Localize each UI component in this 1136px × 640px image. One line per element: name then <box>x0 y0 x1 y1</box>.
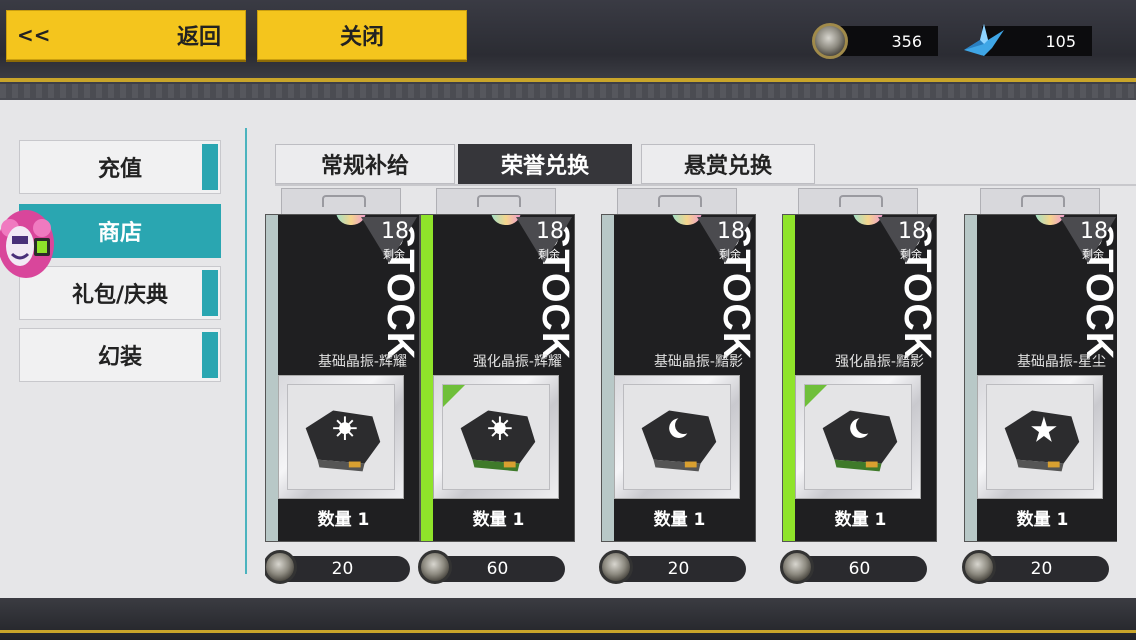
card-hanger <box>617 188 737 214</box>
sidebar-item-label: 礼包/庆典 <box>71 283 169 308</box>
remain-label: 剩余 <box>538 248 560 261</box>
price-value: 60 <box>486 559 509 579</box>
mascot-icon <box>0 210 54 278</box>
tab-bounty-exchange[interactable]: 悬赏兑换 <box>641 144 815 184</box>
remain-label: 剩余 <box>383 248 405 261</box>
sidebar-item-recharge[interactable]: 充值 <box>19 140 221 194</box>
item-name: 强化晶振-黯影 <box>834 354 924 370</box>
sidebar-item-tab <box>202 270 218 316</box>
item-image <box>804 384 912 490</box>
star-emblem-icon <box>1004 410 1080 472</box>
item-image <box>442 384 550 490</box>
sidebar-item-label: 充值 <box>97 157 142 182</box>
card-body: STOCK 18 剩余 基础晶振-黯影 数量 1 <box>601 214 756 542</box>
back-button-label: 返回 <box>177 25 222 50</box>
item-card[interactable]: STOCK 18 剩余 强化晶振-辉耀 数量 1 60 <box>418 186 610 586</box>
crane-amount: 105 <box>1045 31 1076 51</box>
sun-emblem-icon <box>305 410 381 472</box>
price-value: 60 <box>848 559 871 579</box>
paper-crane-icon <box>964 24 1004 56</box>
tab-label: 常规补给 <box>320 154 409 179</box>
card-hanger <box>281 188 401 214</box>
remain-count: 18 <box>898 219 926 244</box>
item-quantity: 数量 1 <box>653 510 706 530</box>
item-image-frame <box>977 375 1103 499</box>
top-gold-stripe <box>0 78 1136 82</box>
tab-label: 悬赏兑换 <box>683 154 772 179</box>
item-quantity: 数量 1 <box>317 510 370 530</box>
card-body: STOCK 18 剩余 基础晶振-星尘 数量 1 <box>964 214 1117 542</box>
remain-count: 18 <box>536 219 564 244</box>
close-button-label: 关闭 <box>339 25 384 50</box>
item-card-list: STOCK 18 剩余 基础晶振-辉耀 数量 1 20 STOCK 18 剩余 … <box>265 186 1117 586</box>
honor-coin-icon <box>812 23 848 59</box>
card-hanger <box>798 188 918 214</box>
sidebar-divider <box>245 128 247 574</box>
item-card[interactable]: STOCK 18 剩余 基础晶振-星尘 数量 1 20 <box>962 186 1117 586</box>
remain-label: 剩余 <box>1082 248 1104 261</box>
moon-emblem-icon <box>822 410 898 472</box>
card-side-strip <box>266 215 278 541</box>
card-side-strip <box>421 215 433 541</box>
price-value: 20 <box>331 559 354 579</box>
bottom-bar <box>0 598 1136 640</box>
moon-emblem-icon <box>641 410 717 472</box>
item-image <box>287 384 395 490</box>
sun-emblem-icon <box>460 410 536 472</box>
item-quantity: 数量 1 <box>834 510 887 530</box>
card-side-strip <box>965 215 977 541</box>
item-name: 基础晶振-星尘 <box>1016 354 1106 370</box>
tab-regular-supply[interactable]: 常规补给 <box>275 144 455 184</box>
honor-coin-icon <box>962 550 996 584</box>
remain-count: 18 <box>1080 219 1108 244</box>
coin-amount: 356 <box>891 31 922 51</box>
item-image-frame <box>614 375 740 499</box>
card-hanger <box>980 188 1100 214</box>
item-name: 强化晶振-辉耀 <box>472 354 562 370</box>
back-arrow-icon: << <box>17 23 51 47</box>
close-button[interactable]: 关闭 <box>257 10 467 60</box>
item-image <box>623 384 731 490</box>
item-name: 基础晶振-黯影 <box>653 354 743 370</box>
card-body: STOCK 18 剩余 基础晶振-辉耀 数量 1 <box>265 214 420 542</box>
item-quantity: 数量 1 <box>472 510 525 530</box>
item-name: 基础晶振-辉耀 <box>317 354 407 370</box>
sidebar-item-tab <box>202 144 218 190</box>
top-pattern-strip <box>0 84 1136 98</box>
item-image-frame <box>795 375 921 499</box>
remain-count: 18 <box>717 219 745 244</box>
item-card[interactable]: STOCK 18 剩余 强化晶振-黯影 数量 1 60 <box>780 186 972 586</box>
price-value: 20 <box>1030 559 1053 579</box>
honor-coin-icon <box>599 550 633 584</box>
item-quantity: 数量 1 <box>1016 510 1069 530</box>
remain-count: 18 <box>381 219 409 244</box>
honor-coin-icon <box>780 550 814 584</box>
sidebar-item-tab <box>202 208 218 254</box>
card-body: STOCK 18 剩余 强化晶振-辉耀 数量 1 <box>420 214 575 542</box>
remain-label: 剩余 <box>900 248 922 261</box>
card-body: STOCK 18 剩余 强化晶振-黯影 数量 1 <box>782 214 937 542</box>
card-side-strip <box>602 215 614 541</box>
bottom-gold-stripe <box>0 630 1136 633</box>
price-value: 20 <box>667 559 690 579</box>
sidebar-item-skins[interactable]: 幻装 <box>19 328 221 382</box>
honor-coin-icon <box>418 550 452 584</box>
sidebar-item-label: 幻装 <box>97 345 142 370</box>
card-side-strip <box>783 215 795 541</box>
item-card[interactable]: STOCK 18 剩余 基础晶振-黯影 数量 1 20 <box>599 186 791 586</box>
item-image <box>986 384 1094 490</box>
sidebar-item-tab <box>202 332 218 378</box>
tab-label: 荣誉兑换 <box>500 154 589 179</box>
sidebar-item-label: 商店 <box>97 221 142 246</box>
tab-honor-exchange[interactable]: 荣誉兑换 <box>458 144 632 184</box>
remain-label: 剩余 <box>719 248 741 261</box>
back-button[interactable]: << 返回 <box>6 10 246 60</box>
item-image-frame <box>278 375 404 499</box>
card-hanger <box>436 188 556 214</box>
item-image-frame <box>433 375 559 499</box>
